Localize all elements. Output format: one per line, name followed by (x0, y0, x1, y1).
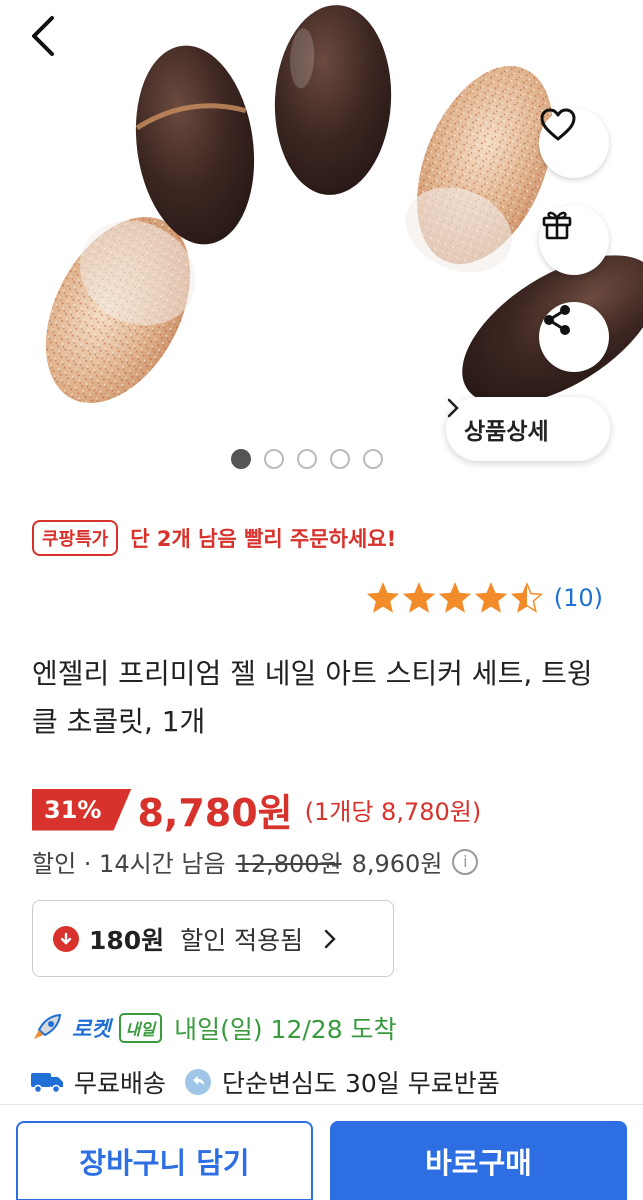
coupon-applied-button[interactable]: 180원 할인 적용됨 (32, 900, 394, 977)
unit-price: (1개당 8,780원) (304, 798, 482, 826)
original-price: 12,800원 (235, 850, 342, 878)
rocket-label: 로켓 (72, 1017, 111, 1041)
back-button[interactable] (28, 14, 84, 74)
discount-timer: 할인 · 14시간 남음 (32, 850, 226, 878)
rocket-delivery-row: 로켓 내일 내일(일) 12/28 도착 (30, 1010, 397, 1046)
share-button[interactable] (539, 302, 609, 372)
coupon-amount: 180원 (89, 925, 165, 955)
discount-rate-badge: 31% (32, 788, 132, 831)
chevron-right-icon (324, 929, 336, 948)
product-image-carousel[interactable]: 상품상세 (0, 0, 643, 490)
arrival-date: 내일(일) 12/28 도착 (174, 1015, 397, 1044)
star-icon (402, 582, 435, 613)
sale-price: 8,780원 (137, 791, 293, 835)
info-icon[interactable]: i (452, 848, 479, 875)
carousel-dot[interactable] (263, 449, 284, 469)
star-icon (438, 582, 471, 613)
return-icon (185, 1069, 212, 1095)
product-title: 엔젤리 프리미엄 젤 네일 아트 스티커 세트, 트윙클 초콜릿, 1개 (32, 657, 593, 738)
product-detail-label: 상품상세 (464, 419, 549, 445)
price-row: 31% 8,780원 (1개당 8,780원) (32, 782, 481, 837)
carousel-dot[interactable] (362, 449, 383, 469)
chevron-left-icon (32, 16, 54, 56)
promo-badge: 쿠팡특가 (32, 520, 119, 556)
gift-icon (542, 211, 572, 240)
rocket-icon (34, 1013, 62, 1039)
review-count[interactable]: (10) (554, 584, 603, 612)
like-button[interactable] (539, 108, 609, 178)
rating[interactable]: (10) (366, 582, 603, 614)
chevron-right-icon (447, 398, 459, 418)
carousel-dot[interactable] (329, 449, 350, 469)
tomorrow-badge: 내일 (118, 1013, 163, 1043)
stars-icon (366, 582, 543, 613)
carousel-dot[interactable] (230, 449, 251, 469)
coupon-text: 할인 적용됨 (180, 925, 304, 955)
purchase-bar: 장바구니 담기 바로구매 (0, 1104, 643, 1200)
star-icon (366, 582, 399, 613)
heart-icon (540, 108, 576, 141)
promo-banner: 쿠팡특가 단 2개 남음 빨리 주문하세요! (32, 520, 396, 556)
share-icon (544, 305, 570, 335)
truck-icon (31, 1073, 63, 1094)
free-shipping: 무료배송 (74, 1069, 167, 1098)
shipping-row: 무료배송 단순변심도 30일 무료반품 (30, 1064, 500, 1100)
add-to-cart-button[interactable]: 장바구니 담기 (16, 1121, 313, 1200)
carousel-indicator (0, 449, 643, 469)
star-rating (366, 582, 546, 614)
carousel-dot[interactable] (296, 449, 317, 469)
down-arrow-icon (53, 925, 79, 952)
discount-info-row: 할인 · 14시간 남음 12,800원 8,960원 i (32, 844, 479, 879)
promo-text: 단 2개 남음 빨리 주문하세요! (130, 527, 397, 551)
member-price: 8,960원 (351, 850, 443, 878)
star-icon (510, 582, 543, 613)
buy-now-button[interactable]: 바로구매 (330, 1121, 627, 1200)
gift-button[interactable] (539, 205, 609, 275)
star-icon (474, 582, 507, 613)
return-policy: 단순변심도 30일 무료반품 (222, 1069, 500, 1098)
